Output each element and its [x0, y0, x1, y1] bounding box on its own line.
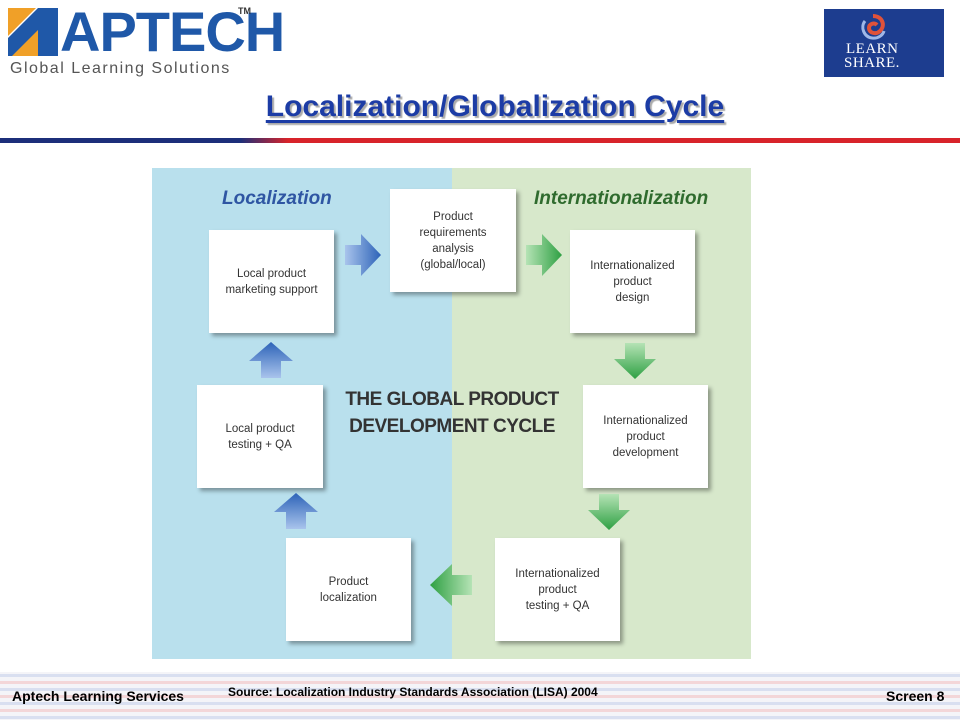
step-internationalized-design: Internationalized product design	[570, 230, 695, 333]
center-title: THE GLOBAL PRODUCT DEVELOPMENT CYCLE	[320, 386, 584, 440]
step-line: product	[613, 275, 652, 288]
step-line: Product	[433, 210, 473, 223]
center-title-line1: THE GLOBAL PRODUCT	[345, 389, 559, 410]
slide-title: Localization/Globalization Cycle	[265, 90, 725, 123]
arrow-up-icon	[274, 493, 318, 529]
swirl-icon	[861, 14, 886, 40]
arrow-down-icon	[614, 343, 656, 379]
arrow-left-icon	[430, 564, 472, 606]
step-line: Internationalized	[515, 567, 600, 580]
title-divider	[0, 138, 960, 143]
step-requirements-analysis: Product requirements analysis (global/lo…	[390, 189, 516, 292]
global-product-cycle-diagram: Localization Internationalization THE GL…	[152, 168, 751, 659]
step-line: Local product	[225, 422, 295, 435]
step-line: Internationalized	[603, 414, 688, 427]
step-line: localization	[320, 591, 377, 604]
arrow-right-icon	[345, 234, 381, 276]
step-line: product	[538, 583, 577, 596]
trademark-mark: TM	[238, 6, 251, 16]
aptech-logo-mark-icon	[8, 8, 58, 56]
step-line: development	[612, 446, 679, 459]
step-internationalized-development: Internationalized product development	[583, 385, 708, 488]
learnshare-line2: SHARE.	[844, 55, 900, 71]
step-local-marketing: Local product marketing support	[209, 230, 334, 333]
arrow-right-icon	[526, 234, 562, 276]
center-title-line2: DEVELOPMENT CYCLE	[349, 416, 555, 437]
footer-source: Source: Localization Industry Standards …	[228, 685, 598, 699]
step-line: analysis	[432, 242, 474, 255]
arrow-up-icon	[249, 342, 293, 378]
footer-organization: Aptech Learning Services	[12, 688, 184, 704]
logo-tagline: Global Learning Solutions	[10, 60, 231, 77]
step-line: (global/local)	[420, 258, 486, 271]
step-product-localization: Product localization	[286, 538, 411, 641]
step-line: requirements	[419, 226, 487, 239]
footer-screen-number: Screen 8	[886, 688, 945, 704]
step-line: testing + QA	[228, 438, 292, 451]
step-local-testing: Local product testing + QA	[197, 385, 323, 488]
localization-label: Localization	[222, 188, 332, 209]
step-line: Product	[328, 575, 369, 588]
step-line: testing + QA	[525, 599, 590, 612]
step-line: design	[615, 291, 650, 304]
arrow-down-icon	[588, 494, 630, 530]
internationalization-label: Internationalization	[534, 188, 709, 209]
step-line: product	[626, 430, 665, 443]
step-line: Internationalized	[590, 259, 675, 272]
step-internationalized-testing: Internationalized product testing + QA	[495, 538, 620, 641]
learnshare-logo: LEARN SHARE.	[824, 9, 944, 77]
step-line: marketing support	[225, 283, 318, 296]
step-line: Local product	[236, 267, 307, 280]
